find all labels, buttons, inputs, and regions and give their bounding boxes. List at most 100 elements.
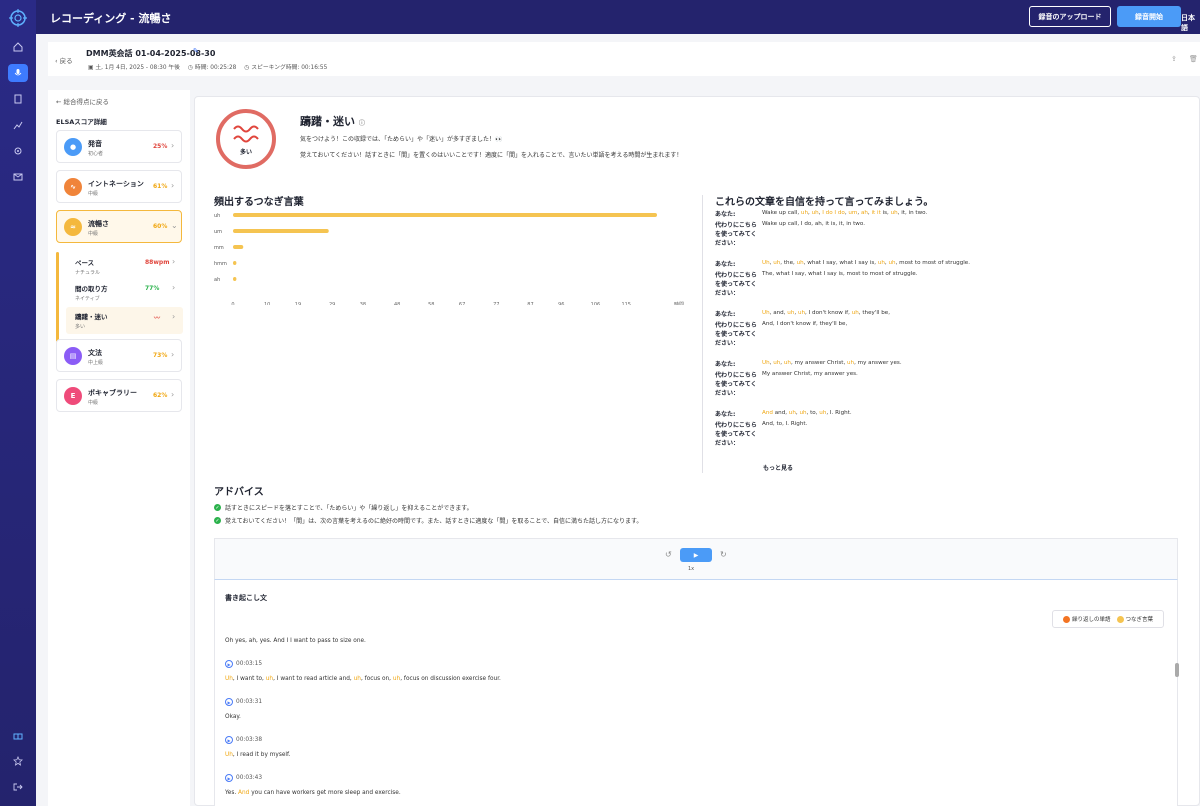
transcript-scrollbar[interactable]: [1175, 663, 1179, 677]
sub-item-name: 間の取り方: [75, 285, 108, 293]
you-label: あなた:: [715, 261, 736, 268]
you-sentence: Uh, uh, uh, my answer Christ, uh, my ans…: [762, 360, 902, 366]
speaking-time-meta: ◷ スピーキング時間: 00:16:55: [244, 62, 327, 71]
score-card-name: 流暢さ: [88, 220, 109, 228]
x-tick-label: 29: [329, 302, 335, 305]
sentence-pair: あなた: Uh, uh, the, uh, what I say, what I …: [715, 260, 975, 301]
back-to-overall-link[interactable]: ← 総合得点に戻る: [56, 96, 109, 106]
you-label: あなた:: [715, 211, 736, 218]
info-icon[interactable]: ⓘ: [359, 120, 365, 127]
mail-icon[interactable]: [8, 168, 28, 186]
upload-recording-button[interactable]: 録音のアップロード: [1029, 6, 1111, 27]
language-selector[interactable]: 日本語: [1181, 13, 1200, 33]
x-tick-label: 0: [231, 302, 234, 305]
try-label: 代わりにこちらを使ってみてください：: [715, 422, 757, 447]
back-label: 戻る: [59, 57, 73, 65]
document-icon[interactable]: [8, 90, 28, 108]
score-card-name: イントネーション: [88, 180, 144, 188]
sub-item-pausing[interactable]: 間の取り方 ネイティブ 77% ›: [75, 283, 183, 302]
try-sentence: And, I don't know if, they'll be,: [762, 321, 848, 327]
score-card-vocabulary[interactable]: E ボキャブラリー 中級 62% ›: [56, 379, 182, 412]
category-label: uh: [214, 213, 220, 219]
edit-icon[interactable]: ✎: [193, 47, 199, 55]
timestamp-button[interactable]: ▶ 00:03:15: [225, 660, 262, 668]
sub-item-level: 多い: [75, 324, 86, 330]
gauge-label: 多い: [239, 149, 252, 156]
score-card-score: 73%: [153, 352, 168, 359]
you-sentence: Uh, and, uh, uh, I don't know if, uh, th…: [762, 310, 891, 316]
rewind-icon[interactable]: ↺: [665, 550, 672, 559]
elsa-logo-icon[interactable]: [8, 8, 28, 28]
advice-item: ✓ 話すときにスピードを落とすことで、「ためらい」や「繰り返し」を抑えることができ…: [214, 503, 473, 512]
hesitation-icon: 〰: [154, 315, 161, 322]
timestamp-button[interactable]: ▶ 00:03:43: [225, 774, 262, 782]
share-icon[interactable]: ⇪: [1171, 55, 1177, 63]
mic-nav-icon[interactable]: [8, 64, 28, 82]
score-card-score: 61%: [153, 183, 168, 190]
section-divider: [702, 195, 703, 473]
star-icon[interactable]: [8, 752, 28, 770]
playback-speed[interactable]: 1x: [688, 566, 694, 572]
forward-icon[interactable]: ↻: [720, 550, 727, 559]
back-link[interactable]: ‹ 戻る: [55, 55, 73, 65]
chart-icon[interactable]: [8, 116, 28, 134]
legend-repeat: 繰り返しの単語: [1062, 615, 1111, 623]
sub-item-value: 88wpm: [145, 259, 170, 266]
timestamp-button[interactable]: ▶ 00:03:38: [225, 736, 262, 744]
hesitation-desc-1: 気をつけよう！この収録では、「ためらい」や「迷い」が多すぎました！👀: [300, 136, 503, 143]
transcript-line: Uh, I read it by myself.: [225, 752, 291, 758]
category-label: mm: [214, 245, 224, 251]
score-card-grammar[interactable]: ▤ 文法 中上級 73% ›: [56, 339, 182, 372]
hesitation-desc-2: 覚えておいてください！話すときに「間」を置くのはいいことです！適度に「間」を入れ…: [300, 152, 683, 159]
logout-icon[interactable]: [8, 778, 28, 796]
score-card-name: 発音: [88, 140, 102, 148]
sub-item-pace[interactable]: ペース ナチュラル 88wpm ›: [75, 257, 183, 276]
grammar-icon: ▤: [64, 347, 82, 365]
start-recording-button[interactable]: 録音開始: [1117, 6, 1181, 27]
bar-mm: [233, 245, 244, 249]
clock-icon: ◷: [187, 65, 195, 71]
trash-icon[interactable]: 🗑: [1189, 55, 1198, 63]
score-card-score: 62%: [153, 392, 168, 399]
timestamp-text: 00:03:38: [236, 737, 263, 743]
play-circle-icon: ▶: [225, 736, 233, 744]
play-button[interactable]: ▶: [680, 548, 712, 562]
x-tick-label: 67: [459, 302, 465, 305]
timestamp-button[interactable]: ▶ 00:03:31: [225, 698, 262, 706]
score-card-intonation[interactable]: ∿ イントネーション 中級 61% ›: [56, 170, 182, 203]
legend-filler-label: つなぎ言葉: [1125, 617, 1154, 623]
bar-uh: [233, 213, 657, 217]
score-card-pronunciation[interactable]: ● 発音 初心者 25% ›: [56, 130, 182, 163]
check-icon: ✓: [214, 517, 221, 524]
timestamp-text: 00:03:31: [236, 699, 263, 705]
show-more-link[interactable]: もっと見る: [763, 463, 793, 472]
chevron-right-icon: ›: [171, 390, 175, 399]
x-tick-label: 58: [428, 302, 434, 305]
bar-um: [233, 229, 329, 233]
sentences-title: これらの文章を自信を持って言ってみましょう。: [715, 197, 934, 208]
home-icon[interactable]: [8, 38, 28, 56]
score-card-level: 中級: [88, 400, 99, 406]
transcript-panel: [214, 580, 1178, 806]
gift-icon[interactable]: [8, 726, 28, 744]
settings-icon[interactable]: [8, 142, 28, 160]
vocab-icon: E: [64, 387, 82, 405]
sub-item-hesitation[interactable]: 躊躇・迷い 多い 〰 ›: [66, 307, 183, 334]
score-card-fluency[interactable]: ≈ 流暢さ 中級 60% ⌄: [56, 210, 182, 243]
you-sentence: Wake up call, uh, uh, I do I do, um, ah,…: [762, 210, 928, 216]
chevron-right-icon: ›: [171, 141, 175, 150]
try-sentence: And, to, I. Right.: [762, 421, 808, 427]
wave-icon: ∿: [64, 178, 82, 196]
x-tick-label: 10: [264, 302, 270, 305]
date-text: 土, 1月 4日, 2025 - 08:30 午後: [95, 65, 180, 71]
advice-text: 覚えておいてください！「間」は、次の言葉を考えるのに絶好の時間です。また、話すと…: [225, 518, 643, 525]
you-label: あなた:: [715, 361, 736, 368]
arrow-left-icon: ←: [56, 98, 64, 106]
hesitation-title-text: 躊躇・迷い: [300, 115, 355, 128]
x-tick-label: 48: [394, 302, 400, 305]
transcript-title: 書き起こし文: [225, 594, 267, 602]
chevron-right-icon: ›: [171, 181, 175, 190]
play-circle-icon: ▶: [225, 660, 233, 668]
transcript-legend: 繰り返しの単語 つなぎ言葉: [1052, 610, 1164, 628]
hesitation-wave-icon: [233, 125, 259, 143]
